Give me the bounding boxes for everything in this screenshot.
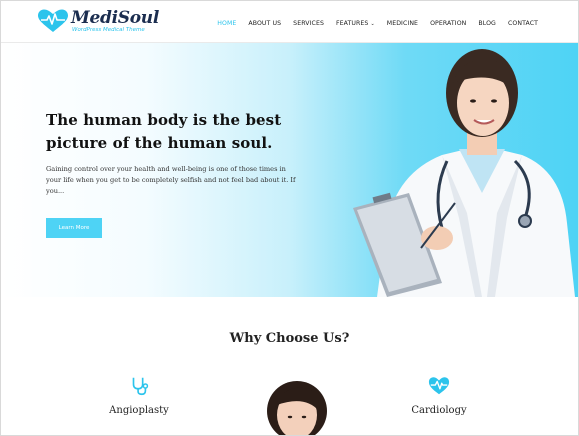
nav-item-services[interactable]: SERVICES: [293, 20, 324, 27]
learn-more-button[interactable]: Learn More: [46, 218, 102, 238]
nav-item-contact[interactable]: CONTACT: [508, 20, 538, 27]
site-logo[interactable]: MediSoul WordPress Medical Theme: [37, 9, 159, 37]
nav-item-operation[interactable]: OPERATION: [430, 20, 466, 27]
feature-angioplasty[interactable]: Angioplasty: [101, 375, 177, 416]
nav-item-medicine[interactable]: MEDICINE: [387, 20, 418, 27]
brand-tagline: WordPress Medical Theme: [72, 27, 145, 33]
hero-banner: The human body is the best picture of th…: [1, 43, 578, 297]
feature-cardiology[interactable]: Cardiology: [401, 375, 477, 416]
nav-item-features-label: FEATURES: [335, 20, 369, 27]
doctor-portrait-image: [267, 381, 327, 435]
nav-item-home[interactable]: HOME: [217, 20, 236, 27]
site-header: MediSoul WordPress Medical Theme HOME AB…: [1, 1, 578, 43]
nav-item-blog[interactable]: BLOG: [478, 20, 496, 27]
chevron-down-icon: ⌄: [370, 21, 375, 27]
heart-pulse-logo-icon: [38, 9, 68, 32]
nav-item-about-us[interactable]: ABOUT US: [248, 20, 281, 27]
hero-text: Gaining control over your health and wel…: [46, 165, 296, 195]
stethoscope-icon: [132, 377, 149, 396]
heart-pulse-icon: [428, 377, 450, 395]
doctor-image: [353, 49, 575, 297]
main-nav: HOME ABOUT US SERVICES FEATURES ⌄ MEDICIN…: [205, 20, 538, 27]
feature-label-cardiology: Cardiology: [411, 405, 467, 416]
why-choose-us-title: Why Choose Us?: [229, 331, 350, 346]
page-frame: MediSoul WordPress Medical Theme HOME AB…: [0, 0, 579, 436]
hero-title: The human body is the best picture of th…: [46, 111, 282, 152]
brand-name: MediSoul: [71, 8, 160, 28]
nav-item-features[interactable]: FEATURES ⌄: [336, 20, 375, 27]
feature-label-angioplasty: Angioplasty: [109, 405, 169, 416]
